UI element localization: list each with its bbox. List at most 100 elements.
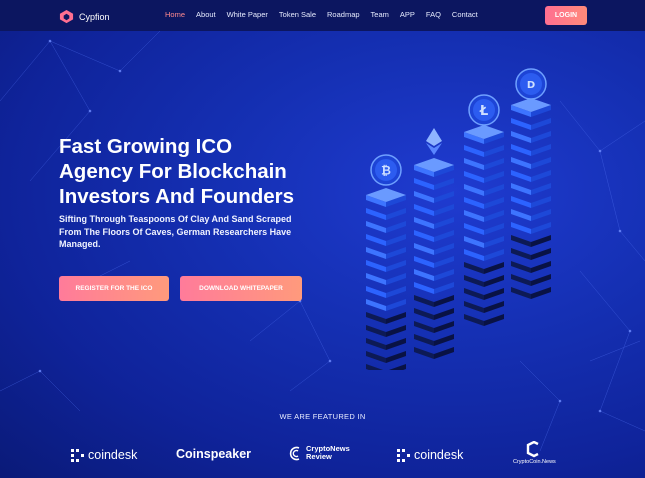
tower-block-left (366, 364, 384, 370)
cryptocoin-news-logo[interactable]: CryptoCoin.News (513, 441, 556, 465)
tower-block-right (531, 235, 551, 247)
tower-block-left (414, 269, 434, 281)
hero-subtitle-line: Managed. (59, 239, 101, 249)
coinspeaker-text: Coinspeaker (176, 447, 252, 461)
hero-title-line: Agency For Blockchain (59, 160, 287, 183)
tower-block-right (531, 209, 551, 221)
cryptonews-review-logo[interactable]: CryptoNews Review (289, 445, 350, 461)
tower-block-left (366, 286, 386, 298)
tower-block-right (484, 223, 504, 235)
tower-block-left (511, 235, 531, 247)
tower-block-right (386, 260, 406, 272)
tower-block-right (386, 208, 406, 220)
tower-block-right (484, 158, 504, 170)
tower-block-right (434, 347, 454, 359)
hero-subtitle: Sifting Through Teaspoons Of Clay And Sa… (59, 213, 329, 251)
tower-block-left (414, 308, 434, 320)
tower-block-right (386, 351, 406, 363)
tower-block-left (366, 221, 386, 233)
nav-white-paper[interactable]: White Paper (227, 10, 268, 19)
tower-block-left (511, 261, 531, 273)
main-nav: Home About White Paper Token Sale Roadma… (165, 10, 489, 19)
tower-block-right (434, 178, 454, 190)
tower-block-left (511, 274, 531, 286)
tower-block-right (386, 299, 406, 311)
tower-block-left (511, 196, 531, 208)
featured-title: WE ARE FEATURED IN (279, 412, 366, 421)
tower-block-left (464, 275, 484, 287)
tower-block-right (484, 301, 504, 313)
tower-block-right (386, 325, 406, 337)
tower-block-right (531, 248, 551, 260)
coindesk-mark-icon (397, 448, 410, 462)
tower-block-left (464, 236, 484, 248)
page: Cypfion Home About White Paper Token Sal… (0, 0, 645, 478)
tower-block-right (386, 338, 406, 350)
tower-block-left (464, 184, 484, 196)
coindesk-logo-2[interactable]: coindesk (397, 448, 463, 462)
tower-block-right (434, 230, 454, 242)
login-button[interactable]: LOGIN (545, 6, 587, 25)
nav-team[interactable]: Team (371, 10, 389, 19)
tower-block-right (386, 286, 406, 298)
hero-title-line: Investors And Founders (59, 185, 295, 208)
tower-block-left (414, 295, 434, 307)
tower-block-right (386, 234, 406, 246)
tower-block-left (511, 144, 531, 156)
tower-block-right (531, 222, 551, 234)
tower-block-right (531, 131, 551, 143)
tower-block-left (464, 249, 484, 261)
tower-block-right (386, 312, 406, 324)
tower-block-left (414, 334, 434, 346)
tower-block-left (464, 158, 484, 170)
tower-block-right (484, 262, 504, 274)
tower-block-right (434, 204, 454, 216)
nav-faq[interactable]: FAQ (426, 10, 441, 19)
tower-block-right (531, 170, 551, 182)
tower-block-right (484, 171, 504, 183)
tower-block-left (511, 118, 531, 130)
tower-block-right (388, 364, 406, 370)
tower-block-left (511, 248, 531, 260)
tower-block-right (484, 236, 504, 248)
nav-about[interactable]: About (196, 10, 216, 19)
tower-block-right (434, 295, 454, 307)
tower-block-right (434, 282, 454, 294)
nav-token-sale[interactable]: Token Sale (279, 10, 316, 19)
tower-block-right (434, 191, 454, 203)
nav-contact[interactable]: Contact (452, 10, 478, 19)
coindesk-logo[interactable]: coindesk (71, 448, 137, 462)
tower-block-left (511, 209, 531, 221)
tower-block-right (386, 221, 406, 233)
tower-block-left (464, 171, 484, 183)
tower-block-left (511, 131, 531, 143)
tower-block-left (464, 262, 484, 274)
tower-block-right (484, 145, 504, 157)
nav-roadmap[interactable]: Roadmap (327, 10, 360, 19)
tower-block-left (366, 299, 386, 311)
nav-app[interactable]: APP (400, 10, 415, 19)
tower-block-left (511, 170, 531, 182)
tower-block-left (414, 230, 434, 242)
download-whitepaper-button[interactable]: DOWNLOAD WHITEPAPER (180, 276, 302, 301)
hero-title: Fast Growing ICO Agency For Blockchain I… (59, 134, 349, 209)
tower-block-right (434, 243, 454, 255)
tower-block-right (434, 256, 454, 268)
register-ico-button[interactable]: REGISTER FOR THE ICO (59, 276, 169, 301)
bitcoin-icon: ₿ (370, 154, 402, 186)
tower-block-left (366, 338, 386, 350)
tower-block-left (414, 217, 434, 229)
tower-block-left (414, 243, 434, 255)
coinspeaker-logo[interactable]: Coinspeaker (176, 447, 251, 461)
tower-block-left (511, 183, 531, 195)
tower-block-right (531, 261, 551, 273)
brand-logo[interactable]: Cypfion (59, 9, 110, 24)
tower-block-left (511, 157, 531, 169)
tower-block-left (366, 208, 386, 220)
tower-block-left (414, 282, 434, 294)
tower-block-left (414, 321, 434, 333)
tower-block-left (464, 145, 484, 157)
tower-block-right (386, 273, 406, 285)
tower-block-right (434, 269, 454, 281)
nav-home[interactable]: Home (165, 10, 185, 19)
